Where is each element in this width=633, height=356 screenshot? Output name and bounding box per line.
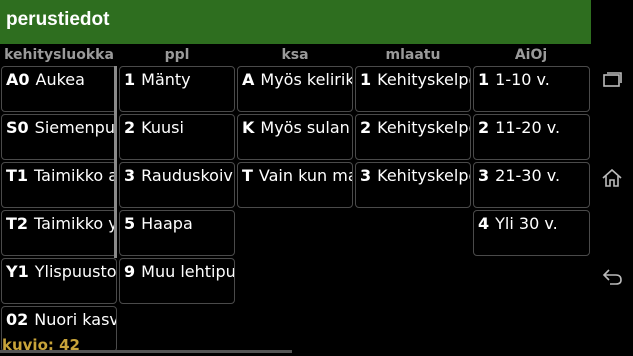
- option-ppl[interactable]: 9 Muu lehtipuu: [119, 258, 235, 304]
- option-kehitysluokka[interactable]: S0 Siemenpuu: [1, 114, 117, 160]
- page-title: perustiedot: [6, 9, 110, 30]
- option-label: Aukea: [35, 70, 85, 89]
- option-code: 2: [478, 118, 490, 137]
- option-code: 02: [6, 310, 29, 329]
- option-label: Myös keliriko: [260, 70, 352, 89]
- option-aioj[interactable]: 3 21-30 v.: [473, 162, 590, 208]
- option-aioj[interactable]: 2 11-20 v.: [473, 114, 590, 160]
- recent-apps-icon[interactable]: [600, 68, 624, 92]
- option-code: A: [242, 70, 255, 89]
- option-ksa[interactable]: A Myös keliriko: [237, 66, 353, 112]
- option-aioj[interactable]: 4 Yli 30 v.: [473, 210, 590, 256]
- option-mlaatu[interactable]: 2 Kehityskelpo: [355, 114, 471, 160]
- option-code: 1: [124, 70, 136, 89]
- navigation-bar: [591, 0, 633, 356]
- back-icon[interactable]: [600, 264, 624, 288]
- column-scroll-indicator[interactable]: [114, 66, 117, 258]
- column-header-ksa: ksa: [281, 47, 309, 63]
- option-kehitysluokka[interactable]: A0 Aukea: [1, 66, 117, 112]
- option-code: T1: [6, 166, 29, 185]
- option-ksa[interactable]: K Myös sulan: [237, 114, 353, 160]
- option-mlaatu[interactable]: 3 Kehityskelpo: [355, 162, 471, 208]
- option-code: 3: [478, 166, 490, 185]
- home-icon[interactable]: [600, 166, 624, 190]
- option-code: K: [242, 118, 255, 137]
- option-code: T: [242, 166, 253, 185]
- option-kehitysluokka[interactable]: T1 Taimikko a: [1, 162, 117, 208]
- column-header-kehitysluokka: kehitysluokka: [4, 47, 114, 63]
- option-code: 2: [360, 118, 372, 137]
- option-label: 21-30 v.: [495, 166, 561, 185]
- option-ppl[interactable]: 2 Kuusi: [119, 114, 235, 160]
- column-header-aioj: AiOj: [514, 47, 548, 63]
- option-kehitysluokka[interactable]: Y1 Ylispuustoi: [1, 258, 117, 304]
- option-ppl[interactable]: 1 Mänty: [119, 66, 235, 112]
- option-ksa[interactable]: T Vain kun ma: [237, 162, 353, 208]
- option-label: Taimikko y: [34, 214, 117, 233]
- option-label: Ylispuustoi: [34, 262, 117, 281]
- option-label: Myös sulan: [260, 118, 350, 137]
- horizontal-scrollbar[interactable]: [0, 350, 292, 353]
- option-code: 4: [478, 214, 490, 233]
- option-code: 9: [124, 262, 136, 281]
- option-label: Haapa: [141, 214, 193, 233]
- option-label: Taimikko a: [34, 166, 117, 185]
- option-label: Kehityskelpo: [377, 118, 471, 137]
- option-code: 3: [124, 166, 136, 185]
- column-header-mlaatu: mlaatu: [385, 47, 441, 63]
- option-code: 1: [478, 70, 490, 89]
- option-label: Nuori kasva: [34, 310, 116, 329]
- option-code: 5: [124, 214, 136, 233]
- option-label: Kehityskelpo: [377, 70, 471, 89]
- option-label: Siemenpuu: [34, 118, 117, 137]
- option-label: 11-20 v.: [495, 118, 561, 137]
- option-label: 1-10 v.: [495, 70, 550, 89]
- option-kehitysluokka[interactable]: T2 Taimikko y: [1, 210, 117, 256]
- option-mlaatu[interactable]: 1 Kehityskelpo: [355, 66, 471, 112]
- option-code: S0: [6, 118, 29, 137]
- option-code: 1: [360, 70, 372, 89]
- option-label: Muu lehtipuu: [141, 262, 235, 281]
- option-code: Y1: [6, 262, 29, 281]
- option-label: Kuusi: [141, 118, 184, 137]
- option-label: Yli 30 v.: [495, 214, 558, 233]
- title-bar: perustiedot: [0, 0, 591, 44]
- option-ppl[interactable]: 5 Haapa: [119, 210, 235, 256]
- option-label: Mänty: [141, 70, 191, 89]
- option-code: 3: [360, 166, 372, 185]
- option-code: 2: [124, 118, 136, 137]
- option-label: Rauduskoivu: [141, 166, 235, 185]
- option-label: Vain kun ma: [258, 166, 353, 185]
- option-aioj[interactable]: 1 1-10 v.: [473, 66, 590, 112]
- column-header-ppl: ppl: [164, 47, 190, 63]
- option-code: A0: [6, 70, 30, 89]
- option-label: Kehityskelpo: [377, 166, 471, 185]
- option-code: T2: [6, 214, 29, 233]
- option-ppl[interactable]: 3 Rauduskoivu: [119, 162, 235, 208]
